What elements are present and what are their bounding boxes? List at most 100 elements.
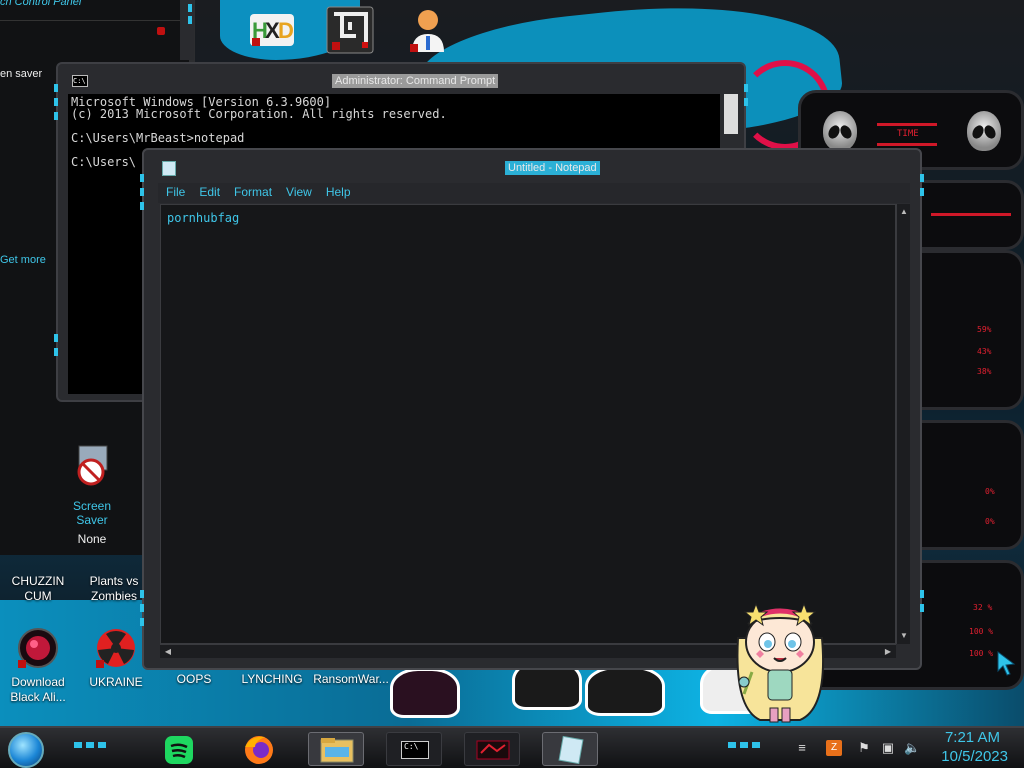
alien-icon bbox=[967, 111, 1001, 151]
screen-saver-heading: en saver bbox=[0, 68, 43, 80]
gadget-value: 32 % bbox=[973, 603, 993, 612]
cmd-scrollbar[interactable] bbox=[724, 94, 738, 134]
frame-accent bbox=[920, 188, 924, 196]
gadget-value: 38% bbox=[977, 367, 992, 376]
frame-accent bbox=[140, 202, 144, 210]
gadget-value: 0% bbox=[985, 517, 995, 526]
menu-help[interactable]: Help bbox=[318, 183, 357, 199]
scroll-up-icon[interactable]: ▲ bbox=[898, 206, 910, 218]
screen-saver-label: Screen Saver bbox=[72, 499, 112, 527]
alien-app-icon bbox=[476, 740, 510, 760]
frame-accent bbox=[920, 174, 924, 182]
folder-icon bbox=[320, 738, 354, 763]
frame-accent bbox=[54, 348, 58, 356]
taskbar: C:\ ≡ Z ⚑ ▣ 🔈 7:21 AM 10/5/2023 bbox=[0, 726, 1024, 768]
desktop-icon-label: RansomWar... bbox=[313, 672, 389, 686]
menu-file[interactable]: File bbox=[158, 183, 191, 199]
desktop-icon-plants-vs-zombies[interactable]: Plants vs Zombies bbox=[82, 560, 146, 604]
frame-accent bbox=[54, 84, 58, 92]
clock-date[interactable]: 10/5/2023 bbox=[941, 748, 1008, 765]
desktop-icon-lynching[interactable]: LYNCHING bbox=[237, 672, 307, 687]
cmd-titlebar[interactable]: C:\ Administrator: Command Prompt bbox=[68, 70, 734, 92]
scroll-right-icon[interactable]: ▶ bbox=[882, 646, 894, 658]
gadget-bar bbox=[877, 123, 937, 126]
cmd-title: Administrator: Command Prompt bbox=[332, 74, 499, 88]
scroll-down-icon[interactable]: ▼ bbox=[898, 630, 910, 642]
gadget-value: 0% bbox=[985, 487, 995, 496]
menu-view[interactable]: View bbox=[278, 183, 318, 199]
screen-saver-item[interactable]: Screen Saver None bbox=[57, 444, 127, 546]
app-tray-icon[interactable]: Z bbox=[826, 740, 842, 756]
cmd-line: C:\Users\MrBeast>notepad bbox=[71, 131, 245, 145]
scroll-left-icon[interactable]: ◀ bbox=[162, 646, 174, 658]
desktop-icon-label: LYNCHING bbox=[241, 672, 303, 686]
frame-accent bbox=[54, 334, 58, 342]
gadget-bar bbox=[877, 143, 937, 146]
gadget-label: TIME bbox=[897, 129, 919, 139]
taskbar-notepad[interactable] bbox=[542, 732, 598, 766]
clock-time[interactable]: 7:21 AM bbox=[945, 729, 1000, 746]
desktop-icon-download-black[interactable]: Download Black Ali... bbox=[3, 626, 73, 705]
divider bbox=[0, 20, 180, 21]
notepad-text-area[interactable]: pornhubfag bbox=[160, 204, 896, 644]
desktop-character-sticker bbox=[730, 598, 830, 726]
notepad-titlebar[interactable]: Untitled - Notepad bbox=[158, 158, 906, 180]
maze-app-icon[interactable] bbox=[326, 6, 374, 54]
taskbar-gadget[interactable] bbox=[464, 732, 520, 766]
frame-accent bbox=[188, 16, 192, 24]
menu-format[interactable]: Format bbox=[226, 183, 278, 199]
gadget-value: 100 % bbox=[969, 649, 994, 658]
start-button[interactable] bbox=[8, 732, 44, 768]
taskbar-spotify[interactable] bbox=[150, 732, 206, 766]
cmd-line: (c) 2013 Microsoft Corporation. All righ… bbox=[71, 107, 447, 121]
firefox-icon bbox=[245, 736, 273, 764]
cmd-icon: C:\ bbox=[72, 75, 88, 87]
desktop-icon-ransomware[interactable]: RansomWar... bbox=[313, 672, 389, 687]
notepad-title: Untitled - Notepad bbox=[505, 161, 600, 175]
gadget-value: 43% bbox=[977, 347, 992, 356]
close-icon[interactable] bbox=[157, 27, 165, 35]
menu-edit[interactable]: Edit bbox=[191, 183, 226, 199]
frame-accent bbox=[744, 98, 748, 106]
frame-accent bbox=[54, 98, 58, 106]
taskbar-cmd[interactable]: C:\ bbox=[386, 732, 442, 766]
notepad-menubar: File Edit Format View Help bbox=[158, 183, 910, 203]
taskbar-explorer[interactable] bbox=[308, 732, 364, 766]
red-orb-icon bbox=[18, 628, 58, 668]
gadget-bar bbox=[931, 213, 1011, 216]
desktop-icon-label: OOPS bbox=[176, 672, 212, 686]
app-icon bbox=[3, 560, 73, 574]
notepad-taskbar-icon bbox=[558, 735, 584, 765]
desktop-icon-oops[interactable]: OOPS bbox=[159, 672, 229, 687]
flag-icon[interactable]: ⚑ bbox=[856, 740, 872, 756]
get-more-link[interactable]: Get more bbox=[0, 254, 46, 266]
volume-icon[interactable]: 🔈 bbox=[904, 740, 920, 756]
frame-accent bbox=[744, 84, 748, 92]
hxd-icon[interactable]: H X D bbox=[248, 10, 296, 58]
desktop-icon-label: CHUZZIN CUM bbox=[11, 574, 65, 603]
desktop-icon-label: Plants vs Zombies bbox=[89, 574, 139, 603]
vertical-scrollbar[interactable]: ▲ ▼ bbox=[896, 204, 910, 644]
show-hidden-icons-icon[interactable]: ≡ bbox=[794, 740, 810, 756]
cmd-taskbar-icon: C:\ bbox=[401, 741, 429, 759]
wallpaper-shape bbox=[585, 666, 665, 716]
gadget-value: 100 % bbox=[969, 627, 994, 636]
alien-icon bbox=[823, 111, 857, 151]
notepad-content: pornhubfag bbox=[167, 211, 240, 225]
user-doctor-icon[interactable] bbox=[404, 6, 452, 54]
frame-accent bbox=[188, 4, 192, 12]
mouse-cursor-icon bbox=[997, 651, 1016, 676]
frame-accent bbox=[920, 604, 924, 612]
desktop-icon-label: Download Black Ali... bbox=[10, 675, 66, 704]
notepad-window[interactable]: Untitled - Notepad File Edit Format View Hel… bbox=[140, 148, 924, 670]
network-icon[interactable]: ▣ bbox=[880, 740, 896, 756]
taskbar-firefox[interactable] bbox=[230, 732, 286, 766]
taskbar-accent bbox=[728, 742, 768, 750]
desktop-icon-chuzzin[interactable]: CHUZZIN CUM bbox=[3, 560, 73, 604]
frame-accent bbox=[140, 604, 144, 612]
desktop-icon-label: UKRAINE bbox=[89, 675, 143, 689]
desktop-icon-ukraine[interactable]: UKRAINE bbox=[81, 626, 151, 690]
gadget-value: 59% bbox=[977, 325, 992, 334]
frame-accent bbox=[920, 590, 924, 598]
control-panel-title: ch Control Panel bbox=[0, 0, 82, 8]
